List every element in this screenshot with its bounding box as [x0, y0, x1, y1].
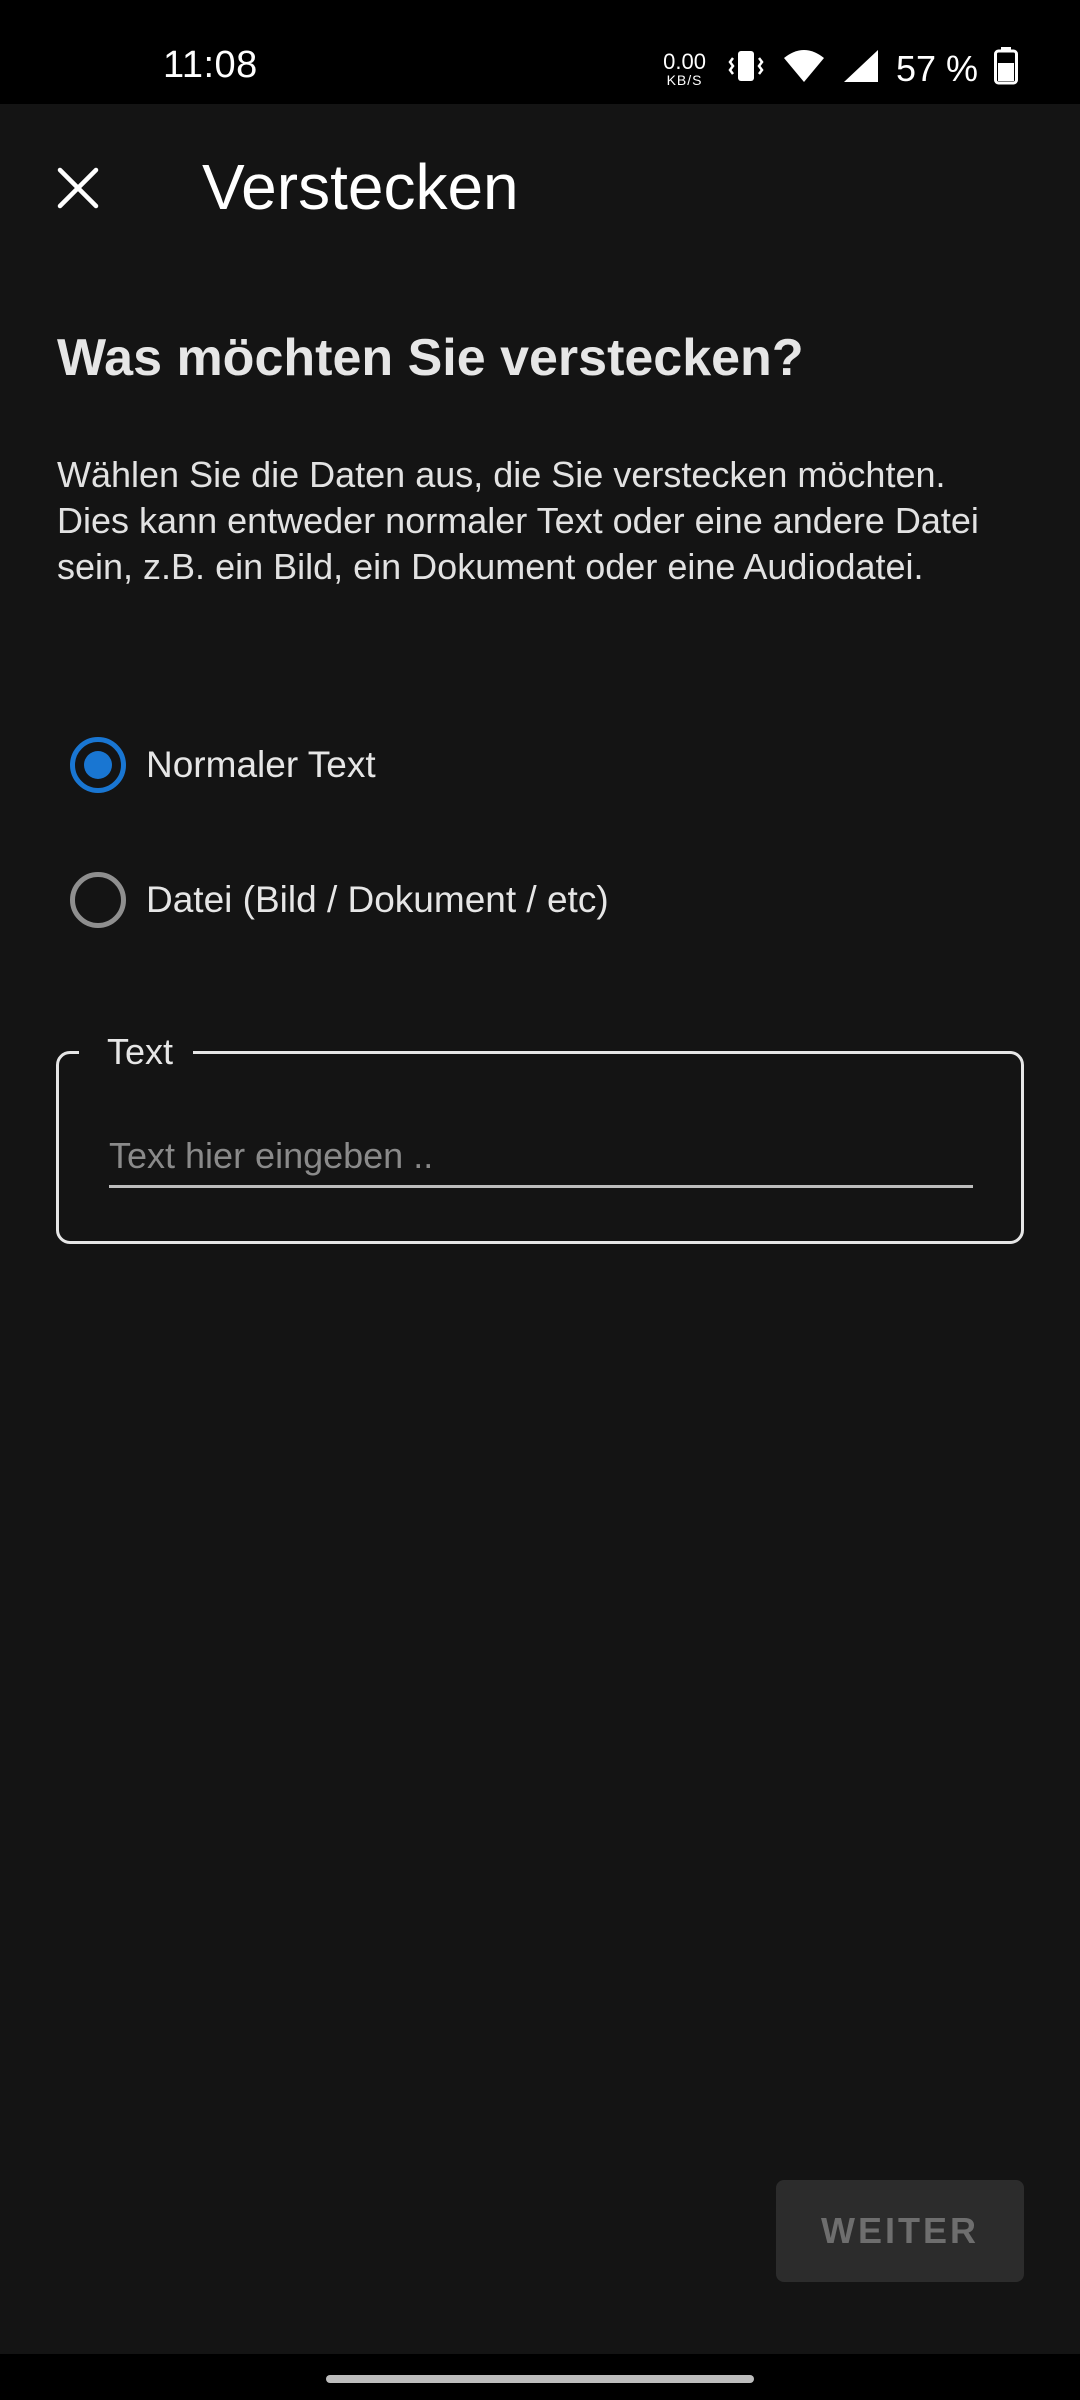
battery-icon	[994, 47, 1018, 90]
radio-option-normal-text[interactable]: Normaler Text	[70, 730, 376, 800]
wifi-icon	[782, 48, 826, 89]
text-input[interactable]	[109, 1126, 973, 1188]
status-icons: 0.00 KB/S 57 %	[663, 46, 1018, 91]
radio-option-file[interactable]: Datei (Bild / Dokument / etc)	[70, 865, 609, 935]
net-speed-value: 0.00	[663, 48, 706, 74]
status-time: 11:08	[163, 44, 258, 86]
radio-button-checked[interactable]	[70, 737, 126, 793]
radio-label: Datei (Bild / Dokument / etc)	[146, 879, 609, 920]
section-description: Wählen Sie die Daten aus, die Sie verste…	[57, 454, 979, 587]
net-speed: 0.00 KB/S	[663, 48, 706, 88]
battery-percent: 57 %	[895, 47, 978, 89]
section-heading: Was möchten Sie verstecken?	[57, 329, 804, 387]
app-bar: Verstecken	[0, 104, 1080, 264]
radio-label: Normaler Text	[146, 744, 376, 785]
close-icon	[56, 166, 100, 215]
text-field-label: Text	[79, 1030, 194, 1074]
vibrate-icon	[726, 46, 766, 91]
radio-button-unchecked[interactable]	[70, 872, 126, 928]
text-field-container: Text	[56, 1030, 1024, 1244]
gesture-handle[interactable]	[326, 2375, 754, 2383]
signal-icon	[842, 48, 880, 89]
close-button[interactable]	[44, 156, 112, 224]
net-speed-unit: KB/S	[666, 71, 703, 88]
navigation-bar	[0, 2354, 1080, 2400]
status-bar: 11:08 0.00 KB/S 57 %	[0, 0, 1080, 104]
next-button[interactable]: WEITER	[776, 2180, 1024, 2282]
page-title: Verstecken	[202, 151, 519, 223]
